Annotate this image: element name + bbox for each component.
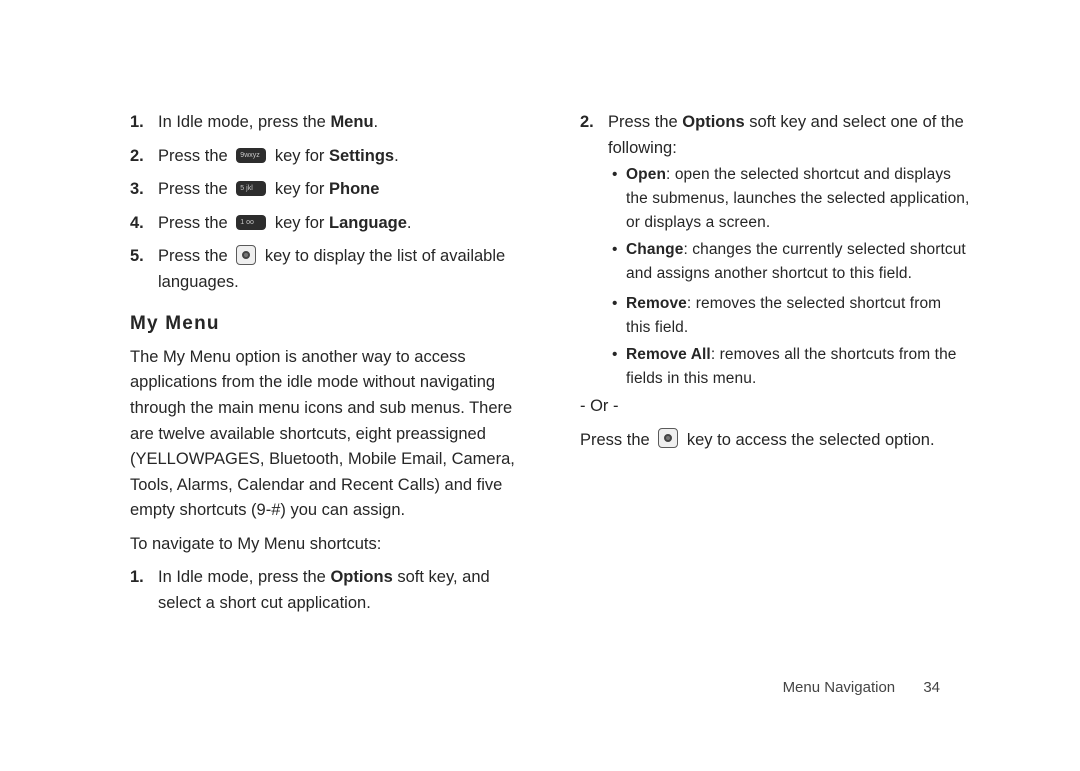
- step-bold: Options: [682, 113, 744, 131]
- step-bold: Settings: [329, 147, 394, 165]
- step-4: 4. Press the 1 oo key for Language.: [130, 211, 520, 237]
- ok-key-icon: [658, 428, 678, 448]
- bullet-remove-all: Remove All: removes all the shortcuts fr…: [626, 343, 970, 391]
- step-text: Press the: [158, 214, 232, 232]
- footer-section-name: Menu Navigation: [783, 679, 896, 696]
- navigate-line: To navigate to My Menu shortcuts:: [130, 532, 520, 558]
- step-bold: Menu: [330, 113, 373, 131]
- step-number: 2.: [580, 110, 594, 136]
- number-key-icon-5: 5 jkl: [236, 181, 266, 196]
- bullet-change: Change: changes the currently selected s…: [626, 238, 970, 286]
- footer-page-number: 34: [923, 679, 940, 696]
- bullet-term: Remove All: [626, 346, 711, 363]
- two-column-body: 1. In Idle mode, press the Menu. 2. Pres…: [130, 110, 970, 660]
- step-number: 5.: [130, 244, 144, 270]
- step-bold: Language: [329, 214, 407, 232]
- section-heading-my-menu: My Menu: [130, 309, 520, 338]
- bullet-open: Open: open the selected shortcut and dis…: [626, 163, 970, 235]
- step-number: 4.: [130, 211, 144, 237]
- step-number: 2.: [130, 144, 144, 170]
- step-text: Press the: [608, 113, 682, 131]
- press-ok-line: Press the key to access the selected opt…: [580, 428, 970, 454]
- step-5: 5. Press the key to display the list of …: [130, 244, 520, 295]
- step-1: 1. In Idle mode, press the Options soft …: [130, 565, 520, 616]
- step-bold: Options: [330, 568, 392, 586]
- step-3: 3. Press the 5 jkl key for Phone: [130, 177, 520, 203]
- step-number: 3.: [130, 177, 144, 203]
- step-text: Press the: [158, 247, 232, 265]
- number-key-icon-1: 1 oo: [236, 215, 266, 230]
- step-text: Press the: [158, 147, 232, 165]
- step-number: 1.: [130, 110, 144, 136]
- step-text: In Idle mode, press the: [158, 568, 330, 586]
- bullet-remove: Remove: removes the selected shortcut fr…: [626, 292, 970, 340]
- step-2: 2. Press the 9wxyz key for Settings.: [130, 144, 520, 170]
- step-text: In Idle mode, press the: [158, 113, 330, 131]
- step-bold: Phone: [329, 180, 379, 198]
- page-footer: Menu Navigation 34: [783, 676, 940, 699]
- bullet-term: Open: [626, 166, 666, 183]
- instruction-list-settings: 1. In Idle mode, press the Menu. 2. Pres…: [130, 110, 520, 295]
- step-2: 2. Press the Options soft key and select…: [580, 110, 970, 286]
- or-divider: - Or -: [580, 394, 970, 420]
- number-key-icon-9: 9wxyz: [236, 148, 266, 163]
- step-number: 1.: [130, 565, 144, 591]
- bullet-term: Change: [626, 241, 683, 258]
- bullet-desc: : open the selected shortcut and display…: [626, 166, 969, 231]
- step-1: 1. In Idle mode, press the Menu.: [130, 110, 520, 136]
- step-text: Press the: [158, 180, 232, 198]
- bullet-term: Remove: [626, 295, 687, 312]
- ok-key-icon: [236, 245, 256, 265]
- options-bullet-list-cont: Remove: removes the selected shortcut fr…: [580, 292, 970, 391]
- options-bullet-list: Open: open the selected shortcut and dis…: [608, 163, 970, 286]
- my-menu-intro: The My Menu option is another way to acc…: [130, 345, 520, 524]
- manual-page: 1. In Idle mode, press the Menu. 2. Pres…: [0, 0, 1080, 771]
